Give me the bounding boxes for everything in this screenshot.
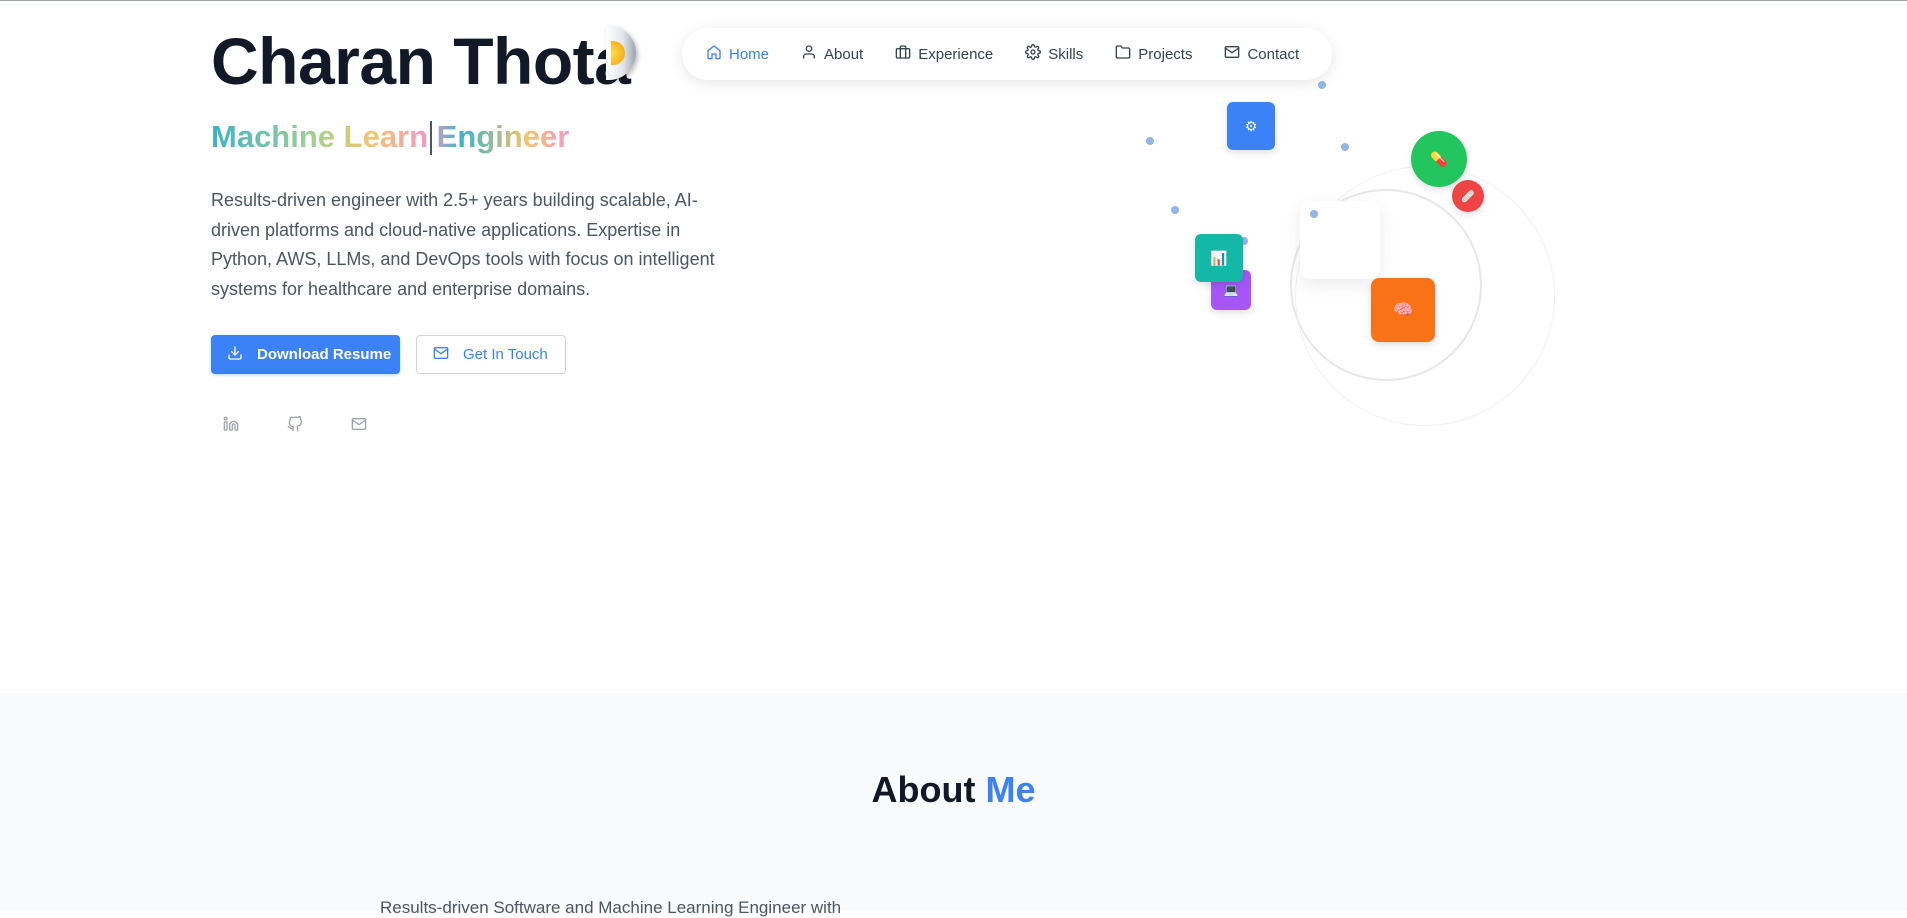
- nav-home-label: Home: [729, 45, 770, 63]
- user-icon: [801, 44, 817, 64]
- github-link[interactable]: [275, 415, 315, 437]
- hero-description: Results-driven engineer with 2.5+ years …: [211, 190, 715, 299]
- pill-tile: 💊: [1411, 131, 1467, 187]
- laptop-icon: 💻: [1223, 283, 1239, 297]
- download-icon: [227, 345, 243, 365]
- particle-dot: [1171, 206, 1179, 214]
- about-title: About Me: [0, 769, 1907, 811]
- nav-experience[interactable]: Experience: [895, 44, 993, 64]
- particle-dot: [1318, 81, 1326, 89]
- brain-tile: 🧠: [1371, 278, 1435, 342]
- folder-icon: [1115, 44, 1131, 64]
- hero-name: Charan Thota: [211, 24, 631, 98]
- nav-projects[interactable]: Projects: [1115, 44, 1192, 64]
- briefcase-icon: [895, 44, 911, 64]
- nav-home[interactable]: Home: [706, 44, 769, 64]
- about-section: About Me Results-driven Software and Mac…: [0, 693, 1907, 917]
- nav-contact-label: Contact: [1247, 45, 1300, 63]
- particle-dot: [1341, 143, 1349, 151]
- particle-dot: [1310, 210, 1318, 218]
- email-link[interactable]: [339, 416, 379, 436]
- about-title-accent: Me: [985, 769, 1036, 810]
- pill-icon: 💊: [1430, 150, 1448, 167]
- brain-icon: 🧠: [1393, 302, 1413, 319]
- bandage-icon: 🩹: [1461, 190, 1475, 203]
- download-resume-label: Download Resume: [257, 346, 392, 363]
- about-title-main: About: [871, 769, 976, 810]
- gear-tile: ⚙: [1227, 102, 1275, 150]
- gear-icon: [1025, 44, 1042, 64]
- nav-about[interactable]: About: [801, 44, 863, 64]
- nav-contact[interactable]: Contact: [1224, 44, 1299, 64]
- typing-caret: [430, 121, 432, 155]
- nav-about-label: About: [824, 45, 864, 63]
- theme-toggle-button[interactable]: [606, 26, 636, 80]
- home-icon: [706, 44, 722, 64]
- linkedin-link[interactable]: [211, 416, 251, 436]
- hero-section: Charan Thota Machine Learn Engineer Resu…: [0, 1, 1907, 693]
- chart-icon: 📊: [1210, 249, 1228, 266]
- hero-subtitle: Machine Learn Engineer: [211, 119, 570, 154]
- nav-experience-label: Experience: [918, 45, 994, 63]
- chart-tile: 📊: [1195, 234, 1243, 282]
- about-intro: Results-driven Software and Machine Lear…: [380, 898, 842, 917]
- get-in-touch-label: Get In Touch: [463, 346, 548, 363]
- mail-icon: [351, 416, 367, 437]
- nav-skills[interactable]: Skills: [1025, 44, 1083, 64]
- hero-illustration: ⚙ 💊 🩹 💻 📊 🧠: [1100, 71, 1580, 471]
- bandage-tile: 🩹: [1452, 180, 1484, 212]
- mail-icon: [433, 345, 449, 365]
- download-resume-button[interactable]: Download Resume: [211, 335, 400, 374]
- nav-projects-label: Projects: [1138, 45, 1193, 63]
- mail-icon: [1224, 44, 1240, 64]
- github-icon: [287, 415, 303, 437]
- nav-skills-label: Skills: [1048, 45, 1084, 63]
- gear-icon: ⚙: [1244, 117, 1258, 134]
- sun-icon: [611, 41, 625, 65]
- particle-dot: [1146, 137, 1154, 145]
- linkedin-icon: [223, 416, 239, 437]
- get-in-touch-button[interactable]: Get In Touch: [416, 335, 566, 374]
